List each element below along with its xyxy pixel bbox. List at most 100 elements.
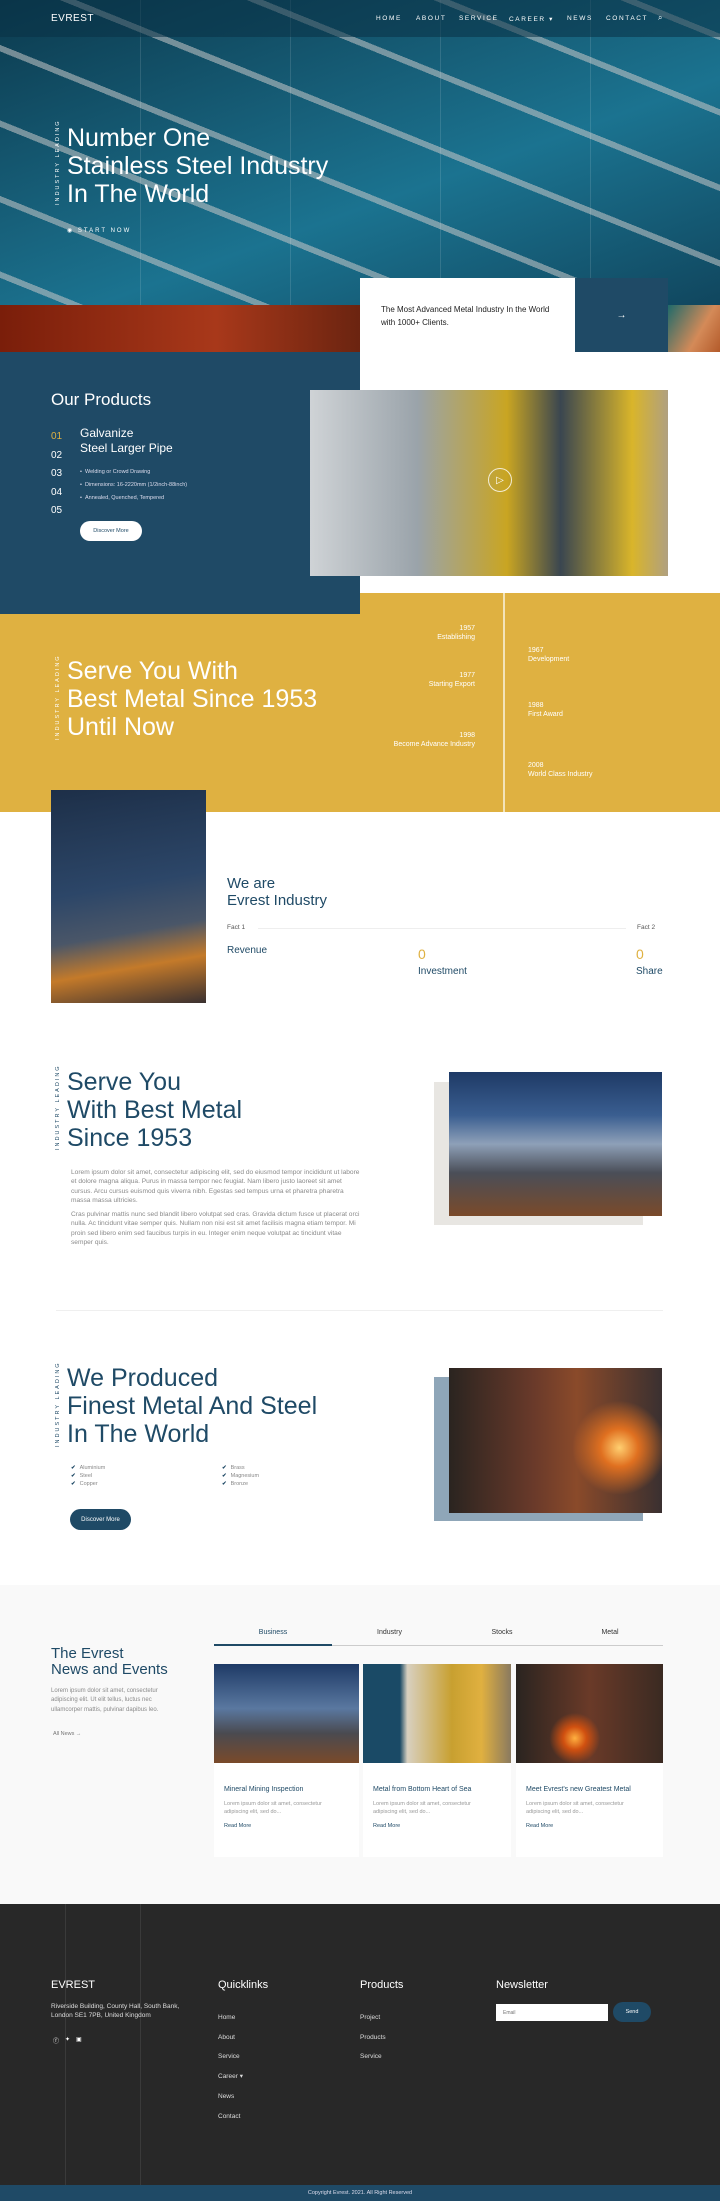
youtube-icon[interactable]: ▣ (76, 2036, 82, 2045)
produced-title: We Produced Finest Metal And Steel In The … (67, 1364, 318, 1448)
investment-value: 0 (418, 946, 426, 962)
footer-link-contact[interactable]: Contact (218, 2107, 243, 2127)
all-news-link[interactable]: All News → (53, 1731, 81, 1737)
nav-service[interactable]: SERVICE (459, 15, 499, 22)
product-tab-05[interactable]: 05 (51, 502, 62, 521)
check-icon: ✔ (71, 1465, 76, 1471)
nav-contact[interactable]: CONTACT (606, 15, 648, 22)
tab-stocks[interactable]: Stocks (447, 1629, 557, 1636)
footer: EVREST Riverside Building, County Hall, … (0, 1904, 720, 2185)
chevron-down-icon: ▾ (549, 16, 554, 23)
news-card[interactable]: Mineral Mining Inspection Lorem ipsum do… (214, 1664, 359, 1857)
timeline-item: 1988 First Award (528, 702, 563, 718)
history-eyebrow: INDUSTRY LEADING (55, 654, 61, 740)
factory-worker-image: ▷ (310, 390, 668, 576)
metal-image (668, 305, 720, 352)
footer-link-about[interactable]: About (218, 2028, 243, 2048)
tab-metal[interactable]: Metal (557, 1629, 663, 1636)
fact-1-label: Fact 1 (227, 924, 246, 931)
arrow-right-icon: → (616, 309, 627, 321)
logo[interactable]: EVREST (51, 13, 94, 24)
play-circle-icon: ◉ (67, 228, 75, 234)
discover-more-button[interactable]: Discover More (80, 521, 142, 541)
footer-link-service-2[interactable]: Service (360, 2047, 386, 2067)
timeline-divider (503, 593, 505, 812)
check-icon: ✔ (222, 1481, 227, 1487)
chevron-down-icon: ▾ (239, 2073, 243, 2081)
footer-link-products[interactable]: Products (360, 2028, 386, 2048)
share-label: Share (636, 966, 663, 977)
news-card-title[interactable]: Mineral Mining Inspection (224, 1786, 303, 1793)
serve-title: Serve You With Best Metal Since 1953 (67, 1068, 243, 1152)
nav-news[interactable]: NEWS (567, 15, 593, 22)
nav-home[interactable]: HOME (376, 15, 402, 22)
footer-link-project[interactable]: Project (360, 2008, 386, 2028)
serve-paragraph-2: Cras pulvinar mattis nunc sed blandit li… (71, 1211, 360, 1246)
blacksmith-image (449, 1368, 662, 1513)
footer-link-home[interactable]: Home (218, 2008, 243, 2028)
news-card-text: Lorem ipsum dolor sit amet, consectetur … (526, 1801, 624, 1815)
footer-address: Riverside Building, County Hall, South B… (51, 2003, 180, 2019)
news-card-image (516, 1664, 663, 1763)
grid-line (590, 0, 591, 305)
read-more-link[interactable]: Read More (224, 1823, 251, 1829)
list-item: ✔ Aluminium (71, 1465, 106, 1471)
product-tab-04[interactable]: 04 (51, 484, 62, 503)
twitter-icon[interactable]: ✦ (65, 2036, 70, 2045)
product-tab-03[interactable]: 03 (51, 465, 62, 484)
metal-list-1: ✔ Aluminium ✔ Steel ✔ Copper (71, 1464, 105, 1488)
read-more-link[interactable]: Read More (526, 1823, 553, 1829)
check-icon: ✔ (222, 1473, 227, 1479)
search-icon[interactable]: ⌕ (658, 13, 664, 23)
list-item: ✔ Bronze (222, 1481, 249, 1487)
hero-arrow-button[interactable]: → (575, 278, 668, 352)
footer-logo[interactable]: EVREST (51, 1979, 95, 1991)
fact-divider (258, 928, 626, 929)
grid-line (440, 0, 441, 305)
fact-2-label: Fact 2 (637, 924, 656, 931)
serve-eyebrow: INDUSTRY LEADING (55, 1064, 61, 1150)
product-tab-02[interactable]: 02 (51, 447, 62, 466)
email-input[interactable] (496, 2004, 608, 2021)
hero-info-card: The Most Advanced Metal Industry In the … (360, 278, 575, 352)
grinding-worker-image (51, 790, 206, 1003)
play-video-icon[interactable]: ▷ (488, 468, 512, 492)
news-card-title[interactable]: Metal from Bottom Heart of Sea (373, 1786, 471, 1793)
tab-industry[interactable]: Industry (332, 1629, 447, 1636)
metal-list-2: ✔ Brass ✔ Magnesium ✔ Bronze (222, 1464, 259, 1488)
revenue-label: Revenue (227, 945, 268, 956)
send-button[interactable]: Send (613, 2002, 651, 2022)
quicklinks-list: Home About Service Career ▾ News Contact (218, 2008, 243, 2126)
serve-paragraph-1: Lorem ipsum dolor sit amet, consectetur … (71, 1169, 360, 1204)
tab-business[interactable]: Business (214, 1629, 332, 1636)
nav-career[interactable]: CAREER ▾ (509, 15, 554, 23)
nav-about[interactable]: ABOUT (416, 15, 446, 22)
steel-warehouse-image (449, 1072, 662, 1216)
check-icon: ✔ (222, 1465, 227, 1471)
news-card-text: Lorem ipsum dolor sit amet, consectetur … (224, 1801, 322, 1815)
product-number-list: 01 02 03 04 05 (51, 428, 62, 521)
list-item: ✔ Magnesium (222, 1473, 260, 1479)
facebook-icon[interactable]: ⓕ (53, 2036, 59, 2045)
grid-line (140, 1904, 141, 2185)
timeline-item: 1977 Starting Export (428, 672, 475, 688)
read-more-link[interactable]: Read More (373, 1823, 400, 1829)
hero-eyebrow: INDUSTRY LEADING (55, 119, 61, 205)
history-title: Serve You With Best Metal Since 1953 Until… (67, 657, 318, 741)
active-tab-indicator (214, 1644, 332, 1646)
timeline-item: 2008 World Class Industry (528, 762, 593, 778)
product-name: Galvanize Steel Larger Pipe (80, 426, 173, 455)
news-card[interactable]: Metal from Bottom Heart of Sea Lorem ips… (363, 1664, 511, 1857)
news-card[interactable]: Meet Evrest's new Greatest Metal Lorem i… (516, 1664, 663, 1857)
news-intro: Lorem ipsum dolor sit amet, consectetur … (51, 1688, 159, 1713)
start-now-link[interactable]: ◉ START NOW (67, 227, 131, 234)
news-card-text: Lorem ipsum dolor sit amet, consectetur … (373, 1801, 471, 1815)
news-card-title[interactable]: Meet Evrest's new Greatest Metal (526, 1786, 631, 1793)
discover-more-button-2[interactable]: Discover More (70, 1509, 131, 1530)
products-section: Our Products 01 02 03 04 05 Galvanize Ste… (0, 352, 360, 614)
products-title: Our Products (51, 390, 152, 409)
footer-link-service[interactable]: Service (218, 2047, 243, 2067)
footer-link-career[interactable]: Career ▾ (218, 2067, 243, 2087)
footer-link-news[interactable]: News (218, 2087, 243, 2107)
product-tab-01[interactable]: 01 (51, 428, 62, 447)
